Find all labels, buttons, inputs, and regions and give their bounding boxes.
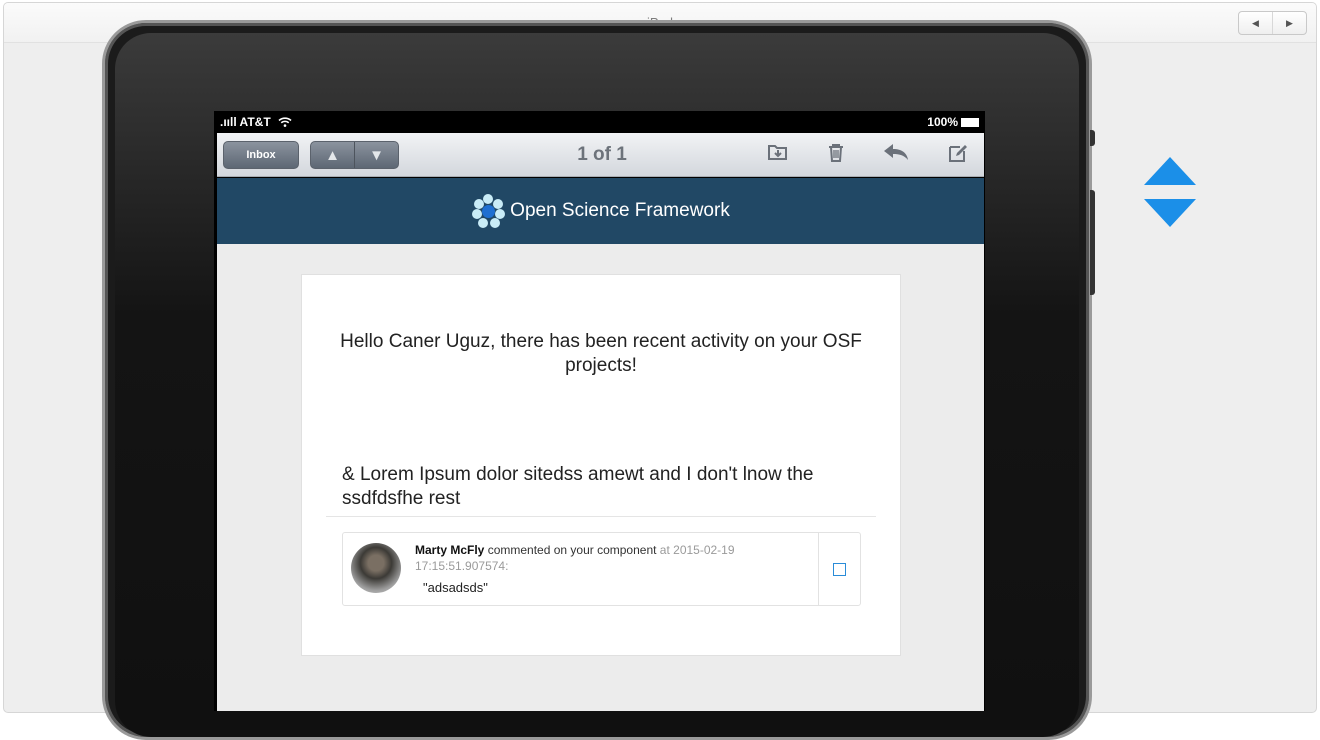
- previous-message-icon[interactable]: ▲: [311, 142, 355, 168]
- compose-icon[interactable]: [945, 143, 971, 169]
- checkbox-icon[interactable]: [833, 562, 846, 576]
- divider: [326, 516, 876, 517]
- comment-item: Marty McFly commented on your component …: [342, 532, 861, 606]
- device-screen: .ııll AT&T 100% Inbox ▲ ▼ 1 of 1 Open Sc…: [214, 111, 985, 711]
- comment-action: commented on your component: [484, 543, 657, 557]
- comment-header: Marty McFly commented on your component …: [415, 542, 795, 574]
- message-nav-segment: ▲ ▼: [310, 141, 399, 169]
- rotate-device-icon[interactable]: [1142, 155, 1198, 231]
- email-card: Hello Caner Uguz, there has been recent …: [301, 274, 901, 656]
- volume-buttons: [1090, 190, 1095, 295]
- project-title: & Lorem Ipsum dolor sitedss amewt and I …: [342, 464, 814, 509]
- trash-icon[interactable]: [823, 143, 849, 169]
- prev-button[interactable]: ◀: [1239, 12, 1273, 34]
- reply-icon[interactable]: [883, 143, 909, 167]
- status-bar: .ııll AT&T 100%: [214, 111, 985, 133]
- comment-author[interactable]: Marty McFly: [415, 543, 484, 557]
- osf-logo-icon: [471, 194, 506, 228]
- brand-name: Open Science Framework: [510, 200, 730, 221]
- nav-arrows: ◀ ▶: [1238, 11, 1307, 35]
- move-folder-icon[interactable]: [765, 143, 791, 167]
- message-counter: 1 of 1: [577, 144, 627, 165]
- osf-header: Open Science Framework: [217, 178, 984, 244]
- carrier-label: .ııll AT&T: [220, 115, 292, 129]
- wifi-icon: [278, 117, 292, 127]
- mail-toolbar: Inbox ▲ ▼ 1 of 1: [217, 133, 984, 177]
- next-message-icon[interactable]: ▼: [355, 142, 398, 168]
- inbox-button[interactable]: Inbox: [223, 141, 299, 169]
- avatar: [351, 543, 401, 593]
- greeting-text: Hello Caner Uguz, there has been recent …: [340, 331, 862, 376]
- mute-switch: [1090, 130, 1095, 146]
- email-body: Open Science Framework Hello Caner Uguz,…: [217, 178, 984, 711]
- battery-indicator: 100%: [927, 115, 979, 129]
- battery-icon: [961, 118, 979, 127]
- comment-action-cell: [818, 533, 860, 605]
- comment-text: "adsadsds": [423, 580, 488, 595]
- next-button[interactable]: ▶: [1273, 12, 1306, 34]
